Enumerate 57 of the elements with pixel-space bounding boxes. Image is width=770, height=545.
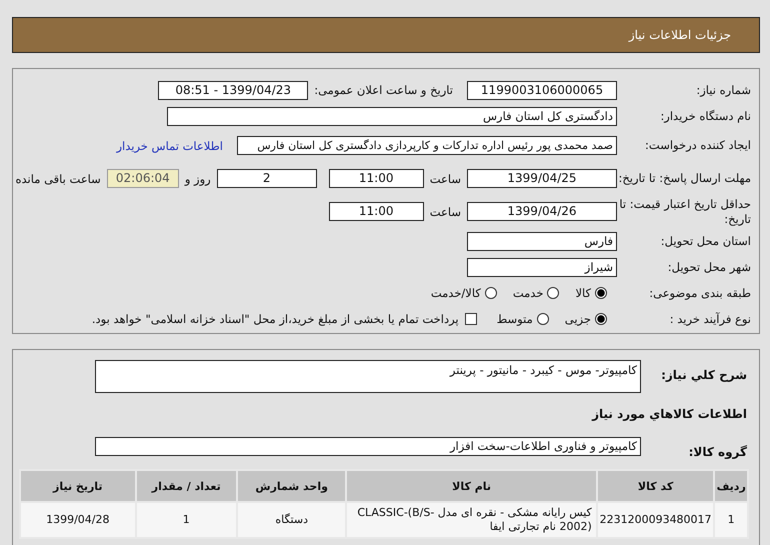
radio-button[interactable] xyxy=(484,287,497,299)
option-label: خدمت xyxy=(512,286,544,300)
field-label: ایجاد کننده درخواست: xyxy=(644,138,752,153)
option-label: کالا/خدمت xyxy=(430,286,481,300)
table-cell: کیس رایانه مشکی - نقره ای مدل CLASSIC-(B/S-2002) نام تجارتی ایفا xyxy=(347,503,596,537)
field-label: شرح کلي نیاز: xyxy=(660,367,748,382)
option-label: متوسط xyxy=(496,312,533,326)
field-label: گروه کالا: xyxy=(688,444,748,459)
table-cell: دستگاه xyxy=(238,503,346,537)
option-label: جزیی xyxy=(564,312,591,326)
time-field: 11:00 xyxy=(328,169,424,188)
contact-link[interactable]: اطلاعات تماس خریدار xyxy=(116,138,223,152)
radio-button[interactable] xyxy=(595,313,607,325)
option-label: کالا xyxy=(575,286,591,300)
buyer-field: دادگستری کل استان فارس xyxy=(167,106,617,126)
date-field: 1399/04/26 xyxy=(467,202,617,221)
countdown-field: 02:06:04 xyxy=(106,169,179,188)
city-field: شیراز xyxy=(467,258,617,276)
table-cell: 1 xyxy=(136,503,236,537)
creator-field: صمد محمدی پور رئیس اداره تدارکات و کارپردازی دادگستری کل استان فارس xyxy=(237,136,617,155)
field-label: شهر محل تحویل: xyxy=(666,260,752,274)
column-header: کد کالا xyxy=(598,471,714,501)
column-header: واحد شمارش xyxy=(238,471,346,501)
radio-button[interactable] xyxy=(547,287,560,299)
date-field: 1399/04/25 xyxy=(467,169,617,188)
field-label: شماره نیاز: xyxy=(695,82,752,98)
table-cell: 1399/04/28 xyxy=(21,503,135,537)
radio-button[interactable] xyxy=(536,313,549,325)
summary-field: کامپیوتر- موس - کیبرد - مانیتور - پرینتر xyxy=(95,360,641,393)
page-title: جزئیات اطلاعات نیاز xyxy=(628,28,731,42)
days-label: روز و xyxy=(184,172,211,186)
goods-group-field: کامپیوتر و فناوری اطلاعات-سخت افزار xyxy=(95,437,641,456)
column-header: تاریخ نیاز xyxy=(21,471,135,501)
need-number-field: 1199003106000065 xyxy=(467,80,617,100)
field-label: طبقه بندی موضوعی: xyxy=(648,286,752,300)
field-label: حداقل تاریخ اعتبار قیمت: تا تاریخ: xyxy=(618,196,752,226)
field-label: نام دستگاه خریدار: xyxy=(659,108,752,124)
time-label: ساعت xyxy=(430,172,461,186)
province-field: فارس xyxy=(467,232,617,250)
column-header: نام کالا xyxy=(347,471,596,501)
announce-date-field: 1399/04/23 - 08:51 xyxy=(158,80,308,100)
field-label: نوع فرآیند خرید : xyxy=(668,312,752,326)
checkbox[interactable] xyxy=(464,313,477,325)
field-label: استان محل تحویل: xyxy=(660,234,752,248)
time-field: 11:00 xyxy=(328,202,424,221)
table-cell: 1 xyxy=(715,503,747,537)
section-title: اطلاعات کالاهاي مورد نیاز xyxy=(590,406,748,423)
radio-button[interactable] xyxy=(595,287,607,299)
field-label: مهلت ارسال پاسخ: تا تاریخ: xyxy=(617,171,752,186)
field-label: تاریخ و ساعت اعلان عمومی: xyxy=(314,83,453,97)
table-cell: 2231200093480017 xyxy=(598,503,714,537)
column-header: تعداد / مقدار xyxy=(136,471,236,501)
days-field: 2 xyxy=(216,169,317,188)
column-header: ردیف xyxy=(715,471,747,501)
time-label: ساعت xyxy=(430,204,461,218)
remaining-label: ساعت باقی مانده xyxy=(16,172,101,186)
treasury-note: پرداخت تمام یا بخشی از مبلغ خرید،از محل "اسناد خزانه اسلامی" خواهد بود. xyxy=(92,312,459,326)
